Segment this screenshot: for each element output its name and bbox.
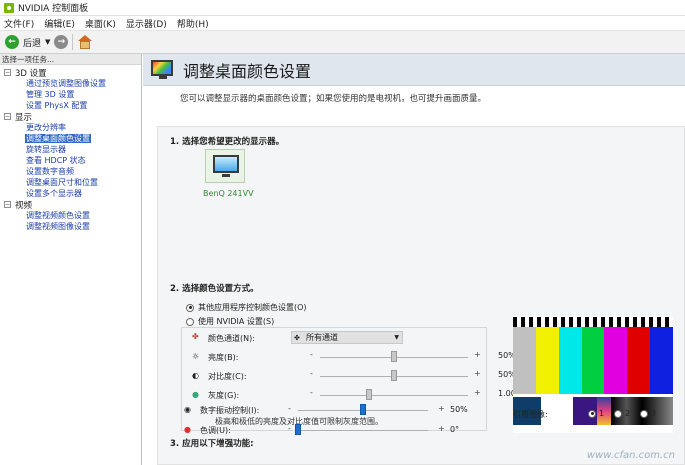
contrast-increase[interactable]: + xyxy=(474,369,481,378)
toolbar-separator xyxy=(72,34,74,50)
task-panel-header: 选择一项任务... xyxy=(0,54,141,65)
gamma-increase[interactable]: + xyxy=(474,388,481,397)
display-name: BenQ 241VV xyxy=(203,189,254,198)
collapse-icon[interactable]: − xyxy=(4,201,11,208)
color-channel-icon: ✤ xyxy=(294,334,300,342)
collapse-icon[interactable]: − xyxy=(4,69,11,76)
home-icon[interactable] xyxy=(77,35,93,49)
menu-bar: 文件(F) 编辑(E) 桌面(K) 显示器(D) 帮助(H) xyxy=(0,16,685,30)
tree-category-3d[interactable]: −3D 设置 xyxy=(0,67,141,79)
gamma-icon: ● xyxy=(192,390,199,399)
tree-item-audio[interactable]: 设置数字音频 xyxy=(0,166,141,177)
tree-item-preview-image[interactable]: 通过预览调整图像设置 xyxy=(0,78,141,89)
vibrance-label: 数字振动控制(I): xyxy=(200,406,260,415)
window-title: NVIDIA 控制面板 xyxy=(18,4,89,14)
gamma-decrease[interactable]: - xyxy=(310,388,313,397)
hue-track[interactable] xyxy=(298,430,428,431)
reference-image-label: 引用图像: xyxy=(513,410,548,419)
channel-label: 颜色通道(N): xyxy=(208,334,255,343)
reference-option-2[interactable]: 2 xyxy=(614,409,630,418)
brightness-decrease[interactable]: - xyxy=(310,350,313,359)
radio-dot[interactable] xyxy=(186,317,194,326)
hue-slider[interactable] xyxy=(295,424,301,435)
color-channel-icon: ✤ xyxy=(192,332,199,341)
tree-item-manage-3d[interactable]: 管理 3D 设置 xyxy=(0,89,141,100)
channel-dropdown[interactable]: ✤ 所有通道 ▼ xyxy=(291,331,403,344)
title-bar: NVIDIA 控制面板 xyxy=(0,0,685,16)
menu-edit[interactable]: 编辑(E) xyxy=(44,17,75,30)
vibrance-value: 50% xyxy=(450,405,468,414)
task-panel: 选择一项任务... −3D 设置 通过预览调整图像设置 管理 3D 设置 设置 … xyxy=(0,54,142,465)
vibrance-slider[interactable] xyxy=(360,404,366,415)
tree-item-video-image[interactable]: 调整视频图像设置 xyxy=(0,221,141,232)
task-tree: −3D 设置 通过预览调整图像设置 管理 3D 设置 设置 PhysX 配置 −… xyxy=(0,65,141,232)
menu-display[interactable]: 显示器(D) xyxy=(126,17,167,30)
vibrance-increase[interactable]: + xyxy=(438,404,445,413)
toolbar: ← 后退 ▼ → xyxy=(0,30,685,54)
back-dropdown-icon[interactable]: ▼ xyxy=(45,38,50,46)
tree-item-desktop-size[interactable]: 调整桌面尺寸和位置 xyxy=(0,177,141,188)
radio-dot[interactable] xyxy=(186,303,194,312)
hue-icon: ● xyxy=(184,425,191,434)
section-2-title: 2. 选择颜色设置方式。 xyxy=(170,284,259,294)
vibrance-decrease[interactable]: - xyxy=(288,404,291,413)
contrast-slider[interactable] xyxy=(391,370,397,381)
section-1-title: 1. 选择您希望更改的显示器。 xyxy=(170,137,285,147)
watermark: www.cfan.com.cn xyxy=(586,450,675,461)
gamma-label: 灰度(G): xyxy=(208,391,240,400)
tree-item-desktop-color[interactable]: 调整桌面颜色设置 xyxy=(0,133,141,144)
radio-dot[interactable] xyxy=(588,409,596,418)
reference-option-1[interactable]: 1 xyxy=(588,409,604,418)
color-monitor-icon xyxy=(151,59,175,80)
collapse-icon[interactable]: − xyxy=(4,113,11,120)
tree-item-hdcp[interactable]: 查看 HDCP 状态 xyxy=(0,155,141,166)
section-3-title: 3. 应用以下增强功能: xyxy=(170,439,254,449)
radio-dot[interactable] xyxy=(640,409,648,418)
monitor-icon xyxy=(213,155,239,173)
hue-increase[interactable]: + xyxy=(438,424,445,433)
chevron-down-icon: ▼ xyxy=(394,334,399,341)
hue-value: 0° xyxy=(450,425,460,434)
tree-category-display[interactable]: − 显示 xyxy=(0,111,141,123)
contrast-label: 对比度(C): xyxy=(208,372,247,381)
menu-desktop[interactable]: 桌面(K) xyxy=(85,17,116,30)
brightness-increase[interactable]: + xyxy=(474,350,481,359)
content-area: 调整桌面颜色设置 您可以调整显示器的桌面颜色设置；如果您使用的是电视机，也可提升… xyxy=(143,54,685,465)
brightness-label: 亮度(B): xyxy=(208,353,239,362)
tree-category-video[interactable]: − 视频 xyxy=(0,199,141,211)
contrast-icon: ◐ xyxy=(192,371,199,380)
radio-dot[interactable] xyxy=(614,409,622,418)
tree-item-rotate[interactable]: 旋转显示器 xyxy=(0,144,141,155)
page-header: 调整桌面颜色设置 xyxy=(143,54,685,86)
hue-decrease[interactable]: - xyxy=(288,424,291,433)
page-description: 您可以调整显示器的桌面颜色设置；如果您使用的是电视机，也可提升画面质量。 xyxy=(180,94,487,104)
page-title: 调整桌面颜色设置 xyxy=(183,61,312,81)
tree-item-resolution[interactable]: 更改分辨率 xyxy=(0,122,141,133)
menu-help[interactable]: 帮助(H) xyxy=(177,17,209,30)
back-arrow-icon[interactable]: ← xyxy=(5,35,19,49)
nvidia-logo-icon xyxy=(4,2,14,13)
back-button[interactable]: 后退 xyxy=(23,36,41,49)
hue-label: 色调(U): xyxy=(200,426,231,435)
tree-item-video-color[interactable]: 调整视频颜色设置 xyxy=(0,210,141,221)
forward-arrow-icon[interactable]: → xyxy=(54,35,69,49)
vibrance-icon: ◉ xyxy=(184,405,191,414)
menu-file[interactable]: 文件(F) xyxy=(4,17,34,30)
brightness-slider[interactable] xyxy=(391,351,397,362)
gamma-track[interactable] xyxy=(320,395,468,396)
tree-item-physx[interactable]: 设置 PhysX 配置 xyxy=(0,100,141,111)
gamma-slider[interactable] xyxy=(365,389,372,400)
contrast-decrease[interactable]: - xyxy=(310,369,313,378)
radio-nvidia-settings[interactable]: 使用 NVIDIA 设置(S) xyxy=(186,316,274,327)
tree-item-multi-display[interactable]: 设置多个显示器 xyxy=(0,188,141,199)
brightness-icon: ☼ xyxy=(192,352,200,361)
radio-other-apps[interactable]: 其他应用程序控制颜色设置(O) xyxy=(186,302,307,313)
reference-option-3[interactable]: 3 xyxy=(640,409,656,418)
display-selector[interactable] xyxy=(205,149,245,183)
